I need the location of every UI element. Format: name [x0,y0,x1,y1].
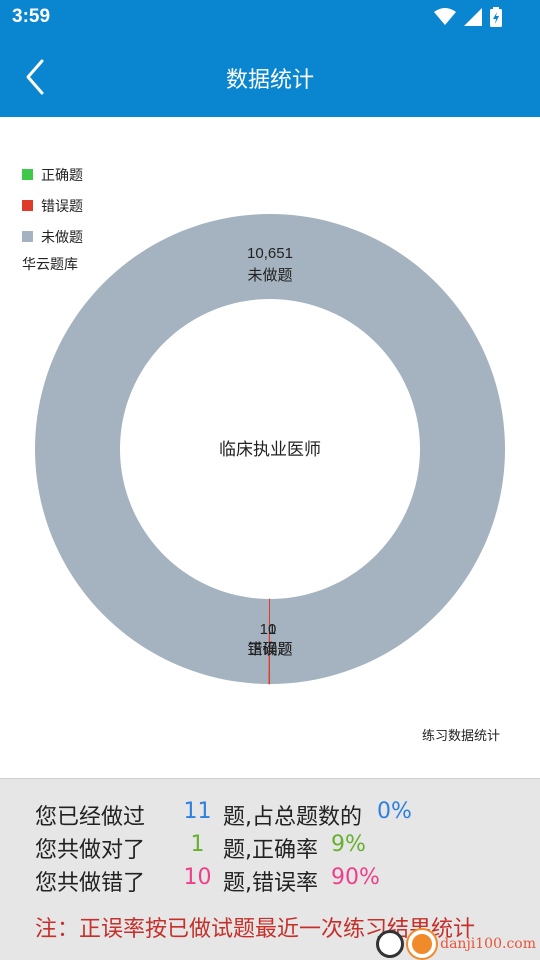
stats-mid: 题,正确率 [223,838,318,863]
stats-rate: 90% [331,865,380,890]
chart-area: 临床执业医师 10,651 未做题 10 1 错误题 正确题 正确题 错误题 未… [0,117,540,777]
stats-value: 1 [190,832,205,857]
stats-mid: 题,错误率 [223,871,318,896]
legend-label: 未做题 [41,229,83,246]
watermark: danji100.com [376,930,536,958]
stats-rate: 0% [377,799,412,824]
legend-item-wrong[interactable]: 错误题 [22,190,83,221]
legend-item-correct[interactable]: 正确题 [22,159,83,190]
chart-legend: 正确题 错误题 未做题 [22,159,83,252]
wifi-icon [434,8,456,25]
stats-row-wrong: 您共做错了 10 题,错误率 90% [35,865,515,897]
stats-value: 11 [183,799,212,824]
stats-prefix: 您共做对了 [35,838,146,863]
unanswered-name-label: 未做题 [247,266,292,284]
status-bar: 3:59 [0,0,540,37]
stats-rate: 9% [331,832,366,857]
center-label: 临床执业医师 [219,440,321,460]
legend-swatch-correct [22,169,33,180]
question-bank-label: 华云题库 [22,257,78,273]
watermark-orange-icon [408,930,437,958]
stats-prefix: 您共做错了 [35,871,146,896]
legend-label: 错误题 [41,198,83,215]
legend-swatch-unanswered [22,231,33,242]
stats-row-done: 您已经做过 11 题,占总题数的 0% [35,799,515,831]
status-icons [434,7,502,27]
stats-row-correct: 您共做对了 1 题,正确率 9% [35,832,515,864]
legend-item-unanswered[interactable]: 未做题 [22,221,83,252]
stats-panel: 您已经做过 11 题,占总题数的 0% 您共做对了 1 题,正确率 9% 您共做… [0,778,540,960]
app-bar: 数据统计 [0,37,540,117]
watermark-logo-icon [376,930,405,958]
stats-prefix: 您已经做过 [35,805,146,830]
page-title: 数据统计 [225,68,314,93]
correct-name-label: 正确题 [247,640,292,658]
watermark-text: danji100.com [440,936,536,952]
unanswered-value-label: 10,651 [247,245,293,262]
stats-value: 10 [183,865,212,890]
stats-mid: 题,占总题数的 [223,805,362,830]
status-time: 3:59 [12,6,51,27]
legend-swatch-wrong [22,200,33,211]
signal-icon [464,8,482,26]
correct-value-label: 1 [268,621,276,638]
legend-label: 正确题 [41,167,83,184]
battery-icon [490,7,502,27]
chart-caption: 练习数据统计 [421,729,500,744]
